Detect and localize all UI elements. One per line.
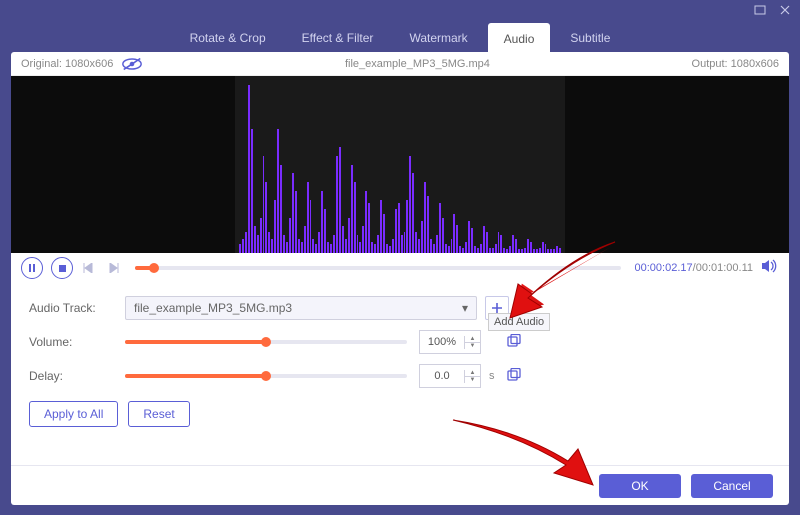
tab-rotate-crop[interactable]: Rotate & Crop <box>174 22 282 53</box>
preview-toggle-icon[interactable] <box>121 57 143 71</box>
audio-track-label: Audio Track: <box>29 301 117 315</box>
delay-slider[interactable] <box>125 374 407 378</box>
stop-button[interactable] <box>51 257 73 279</box>
prev-button[interactable] <box>81 257 97 279</box>
tab-bar: Rotate & Crop Effect & Filter Watermark … <box>11 22 789 53</box>
volume-slider[interactable] <box>125 340 407 344</box>
meta-row: Original: 1080x606 file_example_MP3_5MG.… <box>11 52 789 76</box>
delay-up-stepper[interactable]: ▲ <box>465 370 480 377</box>
volume-icon[interactable] <box>761 259 779 278</box>
ok-button[interactable]: OK <box>599 474 681 498</box>
apply-to-all-button[interactable]: Apply to All <box>29 401 118 427</box>
reset-button[interactable]: Reset <box>128 401 189 427</box>
waveform <box>235 76 565 253</box>
original-label: Original: 1080x606 <box>21 58 113 70</box>
filename: file_example_MP3_5MG.mp4 <box>345 58 490 70</box>
next-button[interactable] <box>105 257 121 279</box>
volume-value-box[interactable]: 100% ▲▼ <box>419 330 481 354</box>
pause-button[interactable] <box>21 257 43 279</box>
time-display: 00:00:02.17/00:01:00.11 <box>635 262 753 274</box>
preview-area <box>11 76 789 253</box>
minimize-button[interactable] <box>754 4 769 19</box>
chevron-down-icon: ▾ <box>462 301 468 315</box>
delay-unit: s <box>489 370 499 382</box>
footer: OK Cancel <box>11 465 789 505</box>
output-label: Output: 1080x606 <box>692 58 779 70</box>
seek-slider[interactable] <box>135 266 621 270</box>
tab-audio[interactable]: Audio <box>488 23 551 54</box>
audio-form: Audio Track: file_example_MP3_5MG.mp3 ▾ … <box>11 283 789 435</box>
delay-value-box[interactable]: 0.0 ▲▼ <box>419 364 481 388</box>
volume-up-stepper[interactable]: ▲ <box>465 336 480 343</box>
volume-apply-icon[interactable] <box>507 334 523 351</box>
audio-track-select[interactable]: file_example_MP3_5MG.mp3 ▾ <box>125 296 477 320</box>
delay-label: Delay: <box>29 369 117 383</box>
tab-subtitle[interactable]: Subtitle <box>554 22 626 53</box>
tab-effect-filter[interactable]: Effect & Filter <box>286 22 390 53</box>
add-audio-tooltip: Add Audio <box>488 313 550 331</box>
tab-watermark[interactable]: Watermark <box>393 22 483 53</box>
close-button[interactable] <box>779 4 794 19</box>
delay-down-stepper[interactable]: ▼ <box>465 377 480 383</box>
main-panel: Original: 1080x606 file_example_MP3_5MG.… <box>11 52 789 505</box>
volume-down-stepper[interactable]: ▼ <box>465 343 480 349</box>
delay-apply-icon[interactable] <box>507 368 523 385</box>
volume-label: Volume: <box>29 335 117 349</box>
cancel-button[interactable]: Cancel <box>691 474 773 498</box>
transport-bar: 00:00:02.17/00:01:00.11 <box>11 253 789 283</box>
